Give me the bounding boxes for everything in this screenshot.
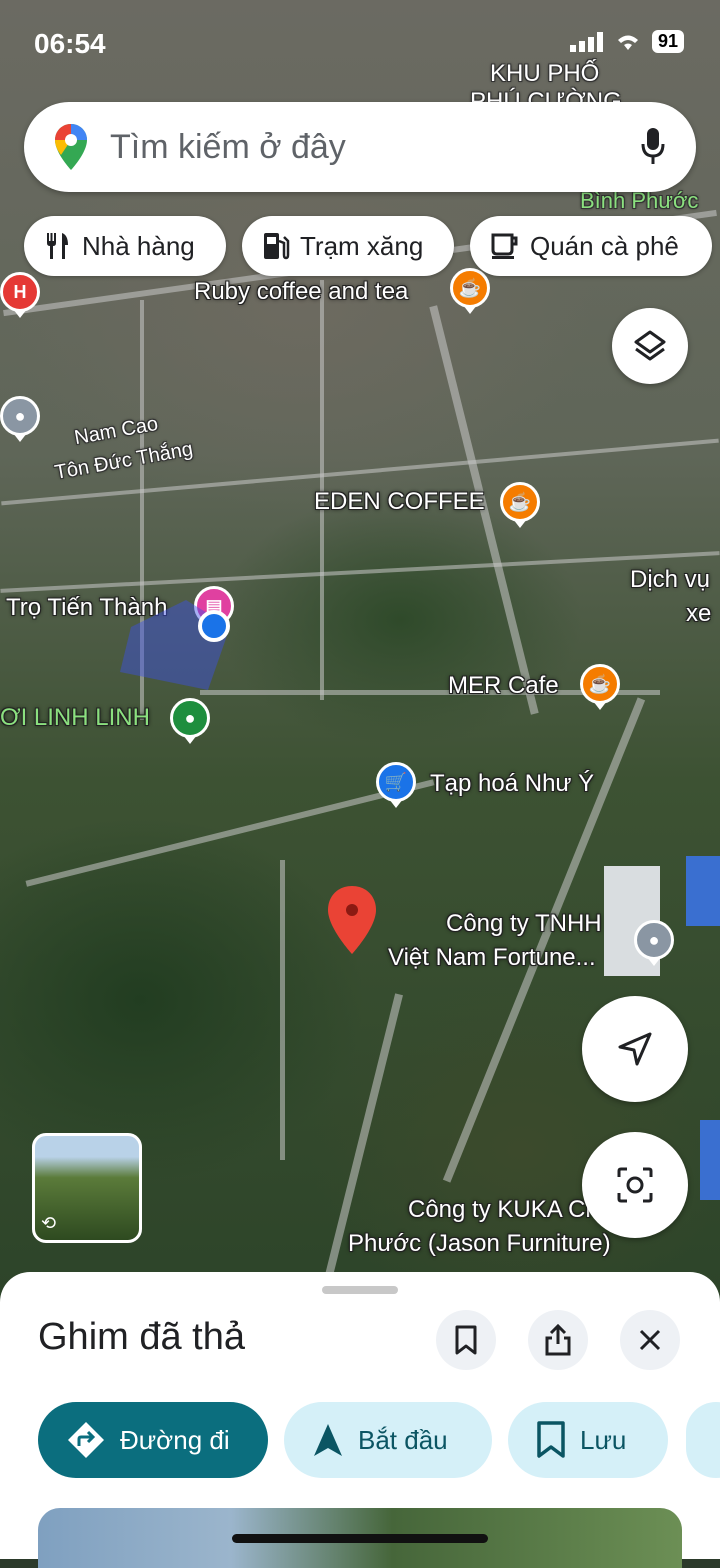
save-action-button[interactable]: Lưu <box>508 1402 668 1478</box>
home-indicator <box>232 1534 488 1543</box>
place-label-fortune[interactable]: Công ty TNHH <box>446 910 602 938</box>
camera-icon <box>617 1167 653 1203</box>
hospital-icon[interactable]: H <box>0 272 40 312</box>
park-marker-icon[interactable]: ● <box>170 698 210 738</box>
road <box>0 551 720 593</box>
chip-cafes[interactable]: Quán cà phê <box>470 216 712 276</box>
start-button[interactable]: Bắt đầu <box>284 1402 492 1478</box>
signal-icon <box>569 31 603 52</box>
layers-icon <box>634 330 666 361</box>
microphone-icon[interactable] <box>640 126 666 168</box>
place-label-fortune[interactable]: Việt Nam Fortune... <box>388 944 596 972</box>
street-label: Nam Cao <box>72 412 160 450</box>
directions-button[interactable]: Đường đi <box>38 1402 268 1478</box>
rotate-360-icon: ⟲ <box>41 1213 57 1233</box>
share-button[interactable] <box>528 1310 588 1370</box>
more-actions-button[interactable] <box>686 1402 720 1478</box>
place-label-linh[interactable]: ƠI LINH LINH <box>0 704 150 732</box>
current-location-dot[interactable] <box>198 610 230 642</box>
sheet-drag-handle[interactable] <box>322 1286 398 1294</box>
building <box>686 856 720 926</box>
wifi-icon <box>617 35 638 50</box>
layers-button[interactable] <box>612 308 688 384</box>
cafe-icon <box>491 233 518 259</box>
street-label: Tôn Đức Thắng <box>53 438 195 484</box>
cafe-marker-icon[interactable]: ☕ <box>500 482 540 522</box>
sheet-title: Ghim đã thả <box>38 1316 245 1358</box>
road <box>280 860 285 1160</box>
navigation-arrow-icon <box>314 1424 342 1456</box>
status-time: 06:54 <box>34 28 106 59</box>
place-label-dich-vu[interactable]: Dịch vụ <box>630 566 710 594</box>
bookmark-icon <box>537 1421 565 1458</box>
chip-label: Quán cà phê <box>530 230 679 261</box>
google-maps-logo-icon <box>55 124 87 170</box>
start-label: Bắt đầu <box>358 1424 448 1455</box>
cafe-marker-icon[interactable]: ☕ <box>580 664 620 704</box>
place-label-kuka[interactable]: Phước (Jason Furniture) <box>348 1230 611 1258</box>
search-input[interactable]: Tìm kiếm ở đây <box>110 128 346 167</box>
chip-label: Trạm xăng <box>300 230 424 261</box>
close-icon <box>639 1329 661 1351</box>
status-bar: 06:54 91 <box>0 0 720 90</box>
gas-station-icon <box>264 233 290 260</box>
dropped-pin-icon[interactable] <box>326 884 378 956</box>
chip-restaurants[interactable]: Nhà hàng <box>24 216 226 276</box>
share-icon <box>545 1324 571 1356</box>
cafe-marker-icon[interactable]: ☕ <box>450 268 490 308</box>
place-marker-icon[interactable]: ● <box>0 396 40 436</box>
bookmark-icon <box>455 1325 477 1355</box>
my-location-button[interactable] <box>582 996 688 1102</box>
directions-icon <box>68 1422 104 1458</box>
restaurant-icon <box>47 233 68 259</box>
place-label-dich-vu[interactable]: xe <box>686 600 711 628</box>
place-label-tro[interactable]: Trọ Tiến Thành <box>6 594 167 622</box>
chip-label: Nhà hàng <box>82 230 195 261</box>
place-label-eden[interactable]: EDEN COFFEE <box>314 488 485 516</box>
place-label-ruby[interactable]: Ruby coffee and tea <box>194 278 408 306</box>
road <box>25 779 435 887</box>
save-label: Lưu <box>580 1424 627 1455</box>
shop-marker-icon[interactable]: 🛒 <box>376 762 416 802</box>
place-marker-icon[interactable]: ● <box>634 920 674 960</box>
directions-label: Đường đi <box>120 1424 230 1455</box>
place-label-mer[interactable]: MER Cafe <box>448 672 559 700</box>
navigation-arrow-icon <box>618 1032 652 1066</box>
search-bar[interactable]: Tìm kiếm ở đây <box>24 102 696 192</box>
street-view-thumbnail[interactable]: ⟲ <box>32 1133 142 1243</box>
place-label-tap-hoa[interactable]: Tạp hoá Như Ý <box>430 770 594 798</box>
close-button[interactable] <box>620 1310 680 1370</box>
status-icons: 91 <box>569 30 684 53</box>
battery-indicator: 91 <box>651 30 684 53</box>
map-view[interactable]: KHU PHỐ PHÚ CƯỜNG Bình Phước Nam Cao Tôn… <box>0 0 720 1300</box>
camera-search-button[interactable] <box>582 1132 688 1238</box>
building <box>700 1120 720 1200</box>
save-button[interactable] <box>436 1310 496 1370</box>
chip-gas-stations[interactable]: Trạm xăng <box>242 216 454 276</box>
